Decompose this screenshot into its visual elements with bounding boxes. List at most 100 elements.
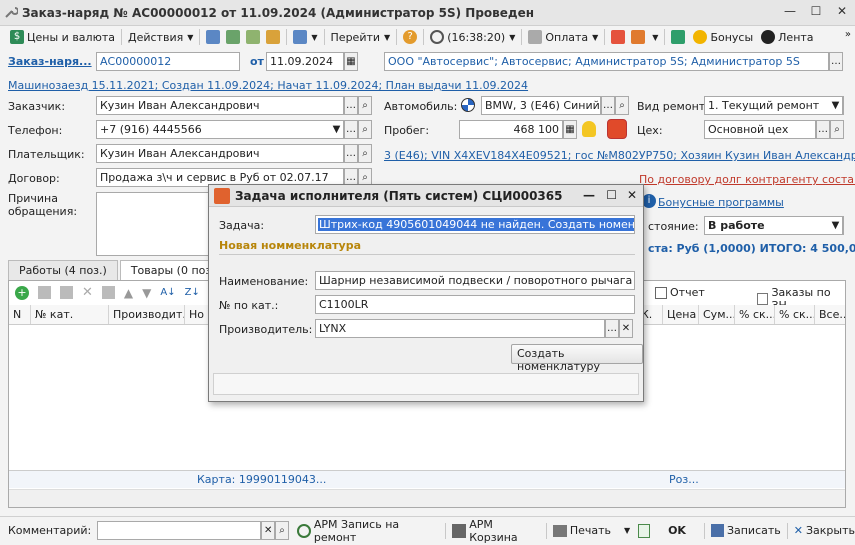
dialog-close-button[interactable]: ✕: [627, 188, 637, 202]
col-maker[interactable]: Производит...: [109, 305, 185, 324]
payer-select-button[interactable]: …: [344, 144, 358, 163]
payer-field[interactable]: Кузин Иван Александрович: [96, 144, 344, 163]
shop-button[interactable]: [667, 27, 689, 47]
movement-icon[interactable]: [226, 30, 241, 44]
refresh-icon[interactable]: [607, 119, 627, 139]
mileage-label: Пробег:: [384, 124, 430, 137]
phone-select-button[interactable]: …: [344, 120, 358, 139]
bonus-programs-link[interactable]: Бонусные программы: [658, 196, 784, 209]
close-button[interactable]: ✕ Закрыть: [794, 524, 855, 537]
col-total[interactable]: Все...: [815, 305, 845, 324]
clear-comment-icon[interactable]: ✕: [261, 521, 276, 540]
task-field[interactable]: Штрих-код 4905601049044 не найден. Созда…: [315, 215, 635, 234]
customer-search-icon[interactable]: ⌕: [358, 96, 372, 115]
totals-text[interactable]: ста: Руб (1,0000) ИТОГО: 4 500,00: [648, 242, 855, 255]
info-link[interactable]: Машинозаезд 15.11.2021; Создан 11.09.202…: [8, 79, 528, 92]
calculator-icon[interactable]: ▦: [563, 120, 577, 139]
create-nomenclature-button[interactable]: Создать номенклатуру: [511, 344, 643, 373]
payer-search-icon[interactable]: ⌕: [358, 144, 372, 163]
catno-field[interactable]: C1100LR: [315, 295, 635, 314]
add-icon[interactable]: +: [15, 285, 29, 300]
maximize-button[interactable]: ☐: [809, 4, 823, 18]
save-row-icon[interactable]: [101, 286, 115, 299]
comment-field[interactable]: [97, 521, 262, 540]
maker-select-button[interactable]: …: [605, 319, 619, 338]
minimize-button[interactable]: —: [783, 4, 797, 18]
go-menu[interactable]: Перейти ▼: [327, 27, 395, 47]
sort-za-icon[interactable]: Z↓: [185, 287, 200, 298]
phone-field[interactable]: +7 (916) 4445566: [96, 120, 344, 139]
copy-row-icon[interactable]: [38, 286, 51, 299]
doc-date-field[interactable]: 11.09.2024: [266, 52, 344, 71]
print-form-icon[interactable]: [631, 30, 646, 44]
phone-dropdown-icon[interactable]: ▼: [330, 120, 344, 139]
customer-field[interactable]: Кузин Иван Александрович: [96, 96, 344, 115]
car-select-button[interactable]: …: [601, 96, 615, 115]
repair-type-dropdown-icon[interactable]: ▼: [829, 96, 843, 115]
arm-cart-button[interactable]: АРМ Корзина: [452, 518, 544, 544]
status-select[interactable]: В работе: [704, 216, 844, 235]
light-bulb-icon[interactable]: [582, 121, 596, 137]
doc-type-link[interactable]: Заказ-наря...: [8, 55, 92, 68]
repair-type-select[interactable]: 1. Текущий ремонт: [704, 96, 844, 115]
col-discount-2[interactable]: % ск...: [775, 305, 815, 324]
car-search-icon[interactable]: ⌕: [615, 96, 629, 115]
attach-icon[interactable]: [266, 30, 281, 44]
maker-field[interactable]: LYNX: [315, 319, 605, 338]
payment-menu[interactable]: Оплата ▼: [524, 27, 602, 47]
car-field[interactable]: BMW, 3 (E46) Синий №: [481, 96, 601, 115]
shop-search-icon[interactable]: ⌕: [830, 120, 844, 139]
sort-az-icon[interactable]: A↓: [160, 287, 175, 298]
move-down-icon[interactable]: ▼: [142, 286, 151, 300]
actions-menu[interactable]: Действия ▼: [124, 27, 197, 47]
col-catno[interactable]: № кат.: [31, 305, 109, 324]
time-menu[interactable]: (16:38:20) ▼: [426, 27, 519, 47]
print-button[interactable]: Печать ▼: [552, 524, 630, 537]
grid-footer: Карта: 19990119043... Роз...: [9, 470, 845, 488]
task-icon: [214, 188, 230, 204]
close-window-button[interactable]: ✕: [835, 4, 849, 18]
customer-select-button[interactable]: …: [344, 96, 358, 115]
mileage-field[interactable]: 468 100: [459, 120, 563, 139]
car-details-link[interactable]: 3 (E46); VIN X4XEV184X4E09521; гос №М802…: [384, 149, 855, 162]
phone-search-icon[interactable]: ⌕: [358, 120, 372, 139]
maker-clear-icon[interactable]: ✕: [619, 319, 633, 338]
org-field[interactable]: ООО "Автосервис"; Автосервис; Администра…: [384, 52, 829, 71]
bonuses-button[interactable]: Бонусы: [689, 27, 757, 47]
link-menu[interactable]: ▼: [289, 27, 321, 47]
calendar-icon[interactable]: ▦: [344, 52, 358, 71]
col-discount-1[interactable]: % ск...: [735, 305, 775, 324]
horizontal-scrollbar[interactable]: [9, 489, 845, 507]
shop-select-button[interactable]: …: [816, 120, 830, 139]
doc-number-field[interactable]: АС00000012: [96, 52, 240, 71]
edit-icon[interactable]: [60, 286, 73, 299]
dialog-minimize-button[interactable]: —: [583, 188, 595, 202]
debt-link[interactable]: По договору долг контрагенту составл...: [639, 173, 855, 186]
signature-icon[interactable]: [611, 30, 626, 44]
name-field[interactable]: Шарнир независимой подвески / поворотног…: [315, 271, 635, 290]
help-button[interactable]: ?: [399, 27, 421, 47]
delete-icon[interactable]: ✕: [82, 285, 93, 300]
dialog-maximize-button[interactable]: ☐: [606, 188, 617, 202]
col-sum[interactable]: Сум...: [699, 305, 735, 324]
ok-button[interactable]: OK: [668, 524, 686, 537]
copy-icon[interactable]: [246, 30, 261, 44]
move-up-icon[interactable]: ▲: [124, 286, 133, 300]
toolbar-overflow-icon[interactable]: »: [845, 29, 851, 40]
tab-works[interactable]: Работы (4 поз.): [8, 260, 118, 280]
org-select-button[interactable]: …: [829, 52, 843, 71]
floppy-icon: [710, 524, 724, 537]
report-button[interactable]: Отчет: [655, 286, 705, 299]
ribbon-button[interactable]: Лента: [757, 27, 817, 47]
document-icon[interactable]: [206, 30, 221, 44]
search-comment-icon[interactable]: ⌕: [275, 521, 290, 540]
arm-record-button[interactable]: АРМ Запись на ремонт: [297, 518, 443, 544]
col-price[interactable]: Цена: [663, 305, 699, 324]
prices-currency-button[interactable]: $ Цены и валюта: [6, 27, 119, 47]
save-button[interactable]: Записать: [710, 524, 781, 537]
col-n[interactable]: N: [9, 305, 31, 324]
status-dropdown-icon[interactable]: ▼: [829, 216, 843, 235]
toolbar-icon-group: [202, 27, 284, 47]
shop-field[interactable]: Основной цех: [704, 120, 816, 139]
post-icon[interactable]: [638, 523, 651, 538]
